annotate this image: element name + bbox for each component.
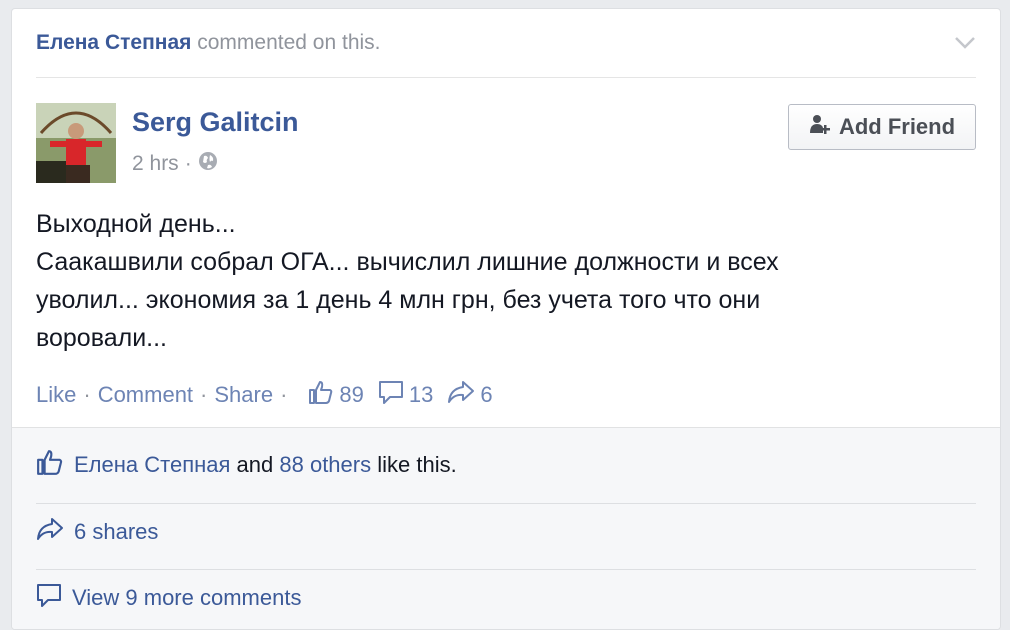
chevron-down-icon[interactable] [952,29,978,55]
context-action: commented on this. [197,31,381,54]
more-comments-row[interactable]: View 9 more comments [36,582,976,614]
comments-count-value: 13 [408,382,434,407]
post-text-line: Выходной день... [36,210,236,238]
share-arrow-icon [447,379,475,411]
add-friend-button[interactable]: Add Friend [788,104,976,150]
comment-link[interactable]: Comment [98,382,193,408]
likers-and: and [236,452,274,477]
context-actor-link[interactable]: Елена Степная [36,31,191,54]
shares-row[interactable]: 6 shares [36,516,976,548]
likers-row: Елена Степная and 88 others like this. [36,448,976,482]
post-text: Выходной день... Саакашвили собрал ОГА..… [36,205,936,357]
others-link[interactable]: 88 others [279,452,371,477]
shares-link[interactable]: 6 shares [74,519,158,545]
post-text-line: Саакашвили собрал ОГА... вычислил лишние… [36,248,779,276]
share-arrow-icon [36,516,64,548]
story-context: Елена Степная commented on this. [36,31,381,55]
post-text-line: уволил... экономия за 1 день 4 млн грн, … [36,286,761,314]
action-separator: · [280,382,288,407]
comment-bubble-icon [36,582,62,614]
post-text-line: воровали... [36,324,168,352]
action-separator: · [200,382,208,407]
likers-suffix: like this. [377,452,457,477]
comment-bubble-icon [378,379,404,411]
add-friend-label: Add Friend [838,114,956,139]
feed-story: Елена Степная commented on this. Serg Ga… [11,8,1001,630]
feedback-divider [36,503,976,504]
feedback-divider [36,569,976,570]
thumbs-up-icon [308,379,334,411]
globe-icon[interactable] [198,151,218,177]
feedback-section: Елена Степная and 88 others like this. 6… [12,427,1000,629]
shares-count-value: 6 [480,382,493,407]
shares-count[interactable]: 6 [447,379,493,411]
post-meta: 2 hrs · [132,151,218,177]
comments-count[interactable]: 13 [378,379,433,411]
liker-name-link[interactable]: Елена Степная [74,452,230,477]
thumbs-up-icon [36,448,64,482]
add-friend-icon [809,113,831,141]
like-link[interactable]: Like [36,382,76,408]
likes-count-value: 89 [339,382,364,407]
likes-count[interactable]: 89 [308,379,364,411]
action-separator: · [83,382,91,407]
view-more-comments-link[interactable]: View 9 more comments [72,585,301,611]
header-divider [36,77,976,78]
post-actions: Like · Comment · Share · 89 13 6 [36,379,493,411]
meta-separator: · [184,152,192,175]
author-avatar[interactable] [36,103,116,183]
share-link[interactable]: Share [214,382,273,408]
author-name-link[interactable]: Serg Galitcin [132,107,299,138]
post-timestamp[interactable]: 2 hrs [132,152,179,176]
